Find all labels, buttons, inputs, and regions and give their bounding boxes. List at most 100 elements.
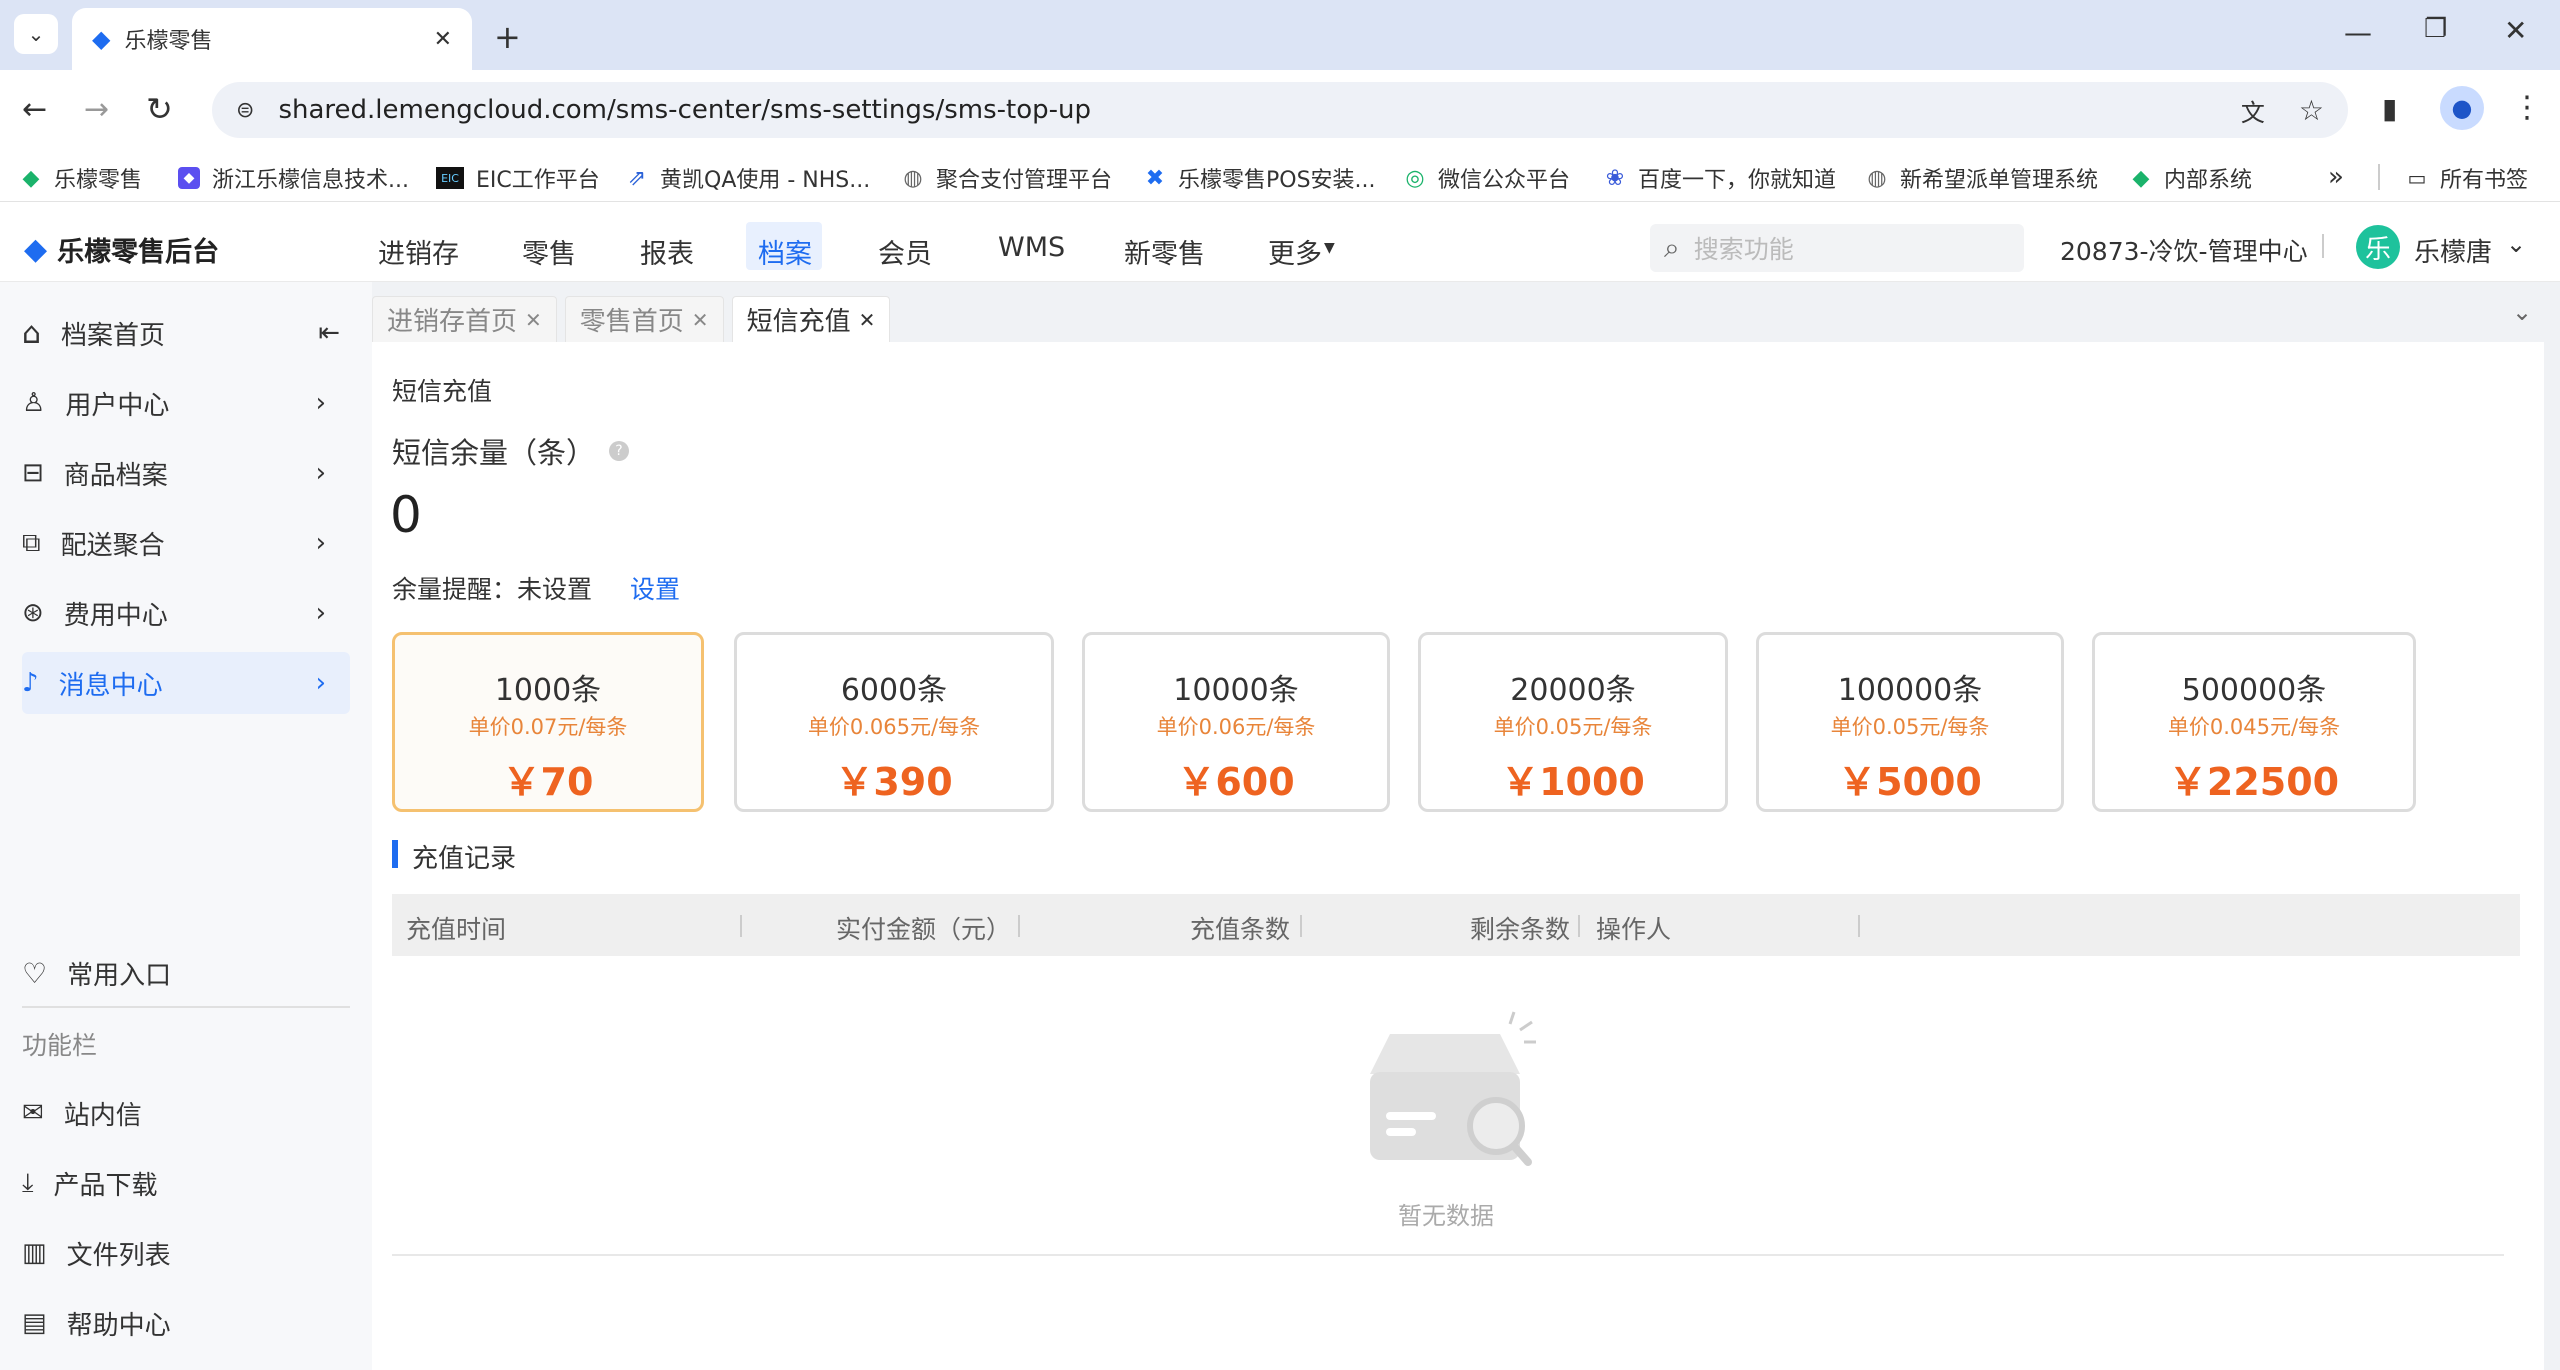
sidebar-item-inbox[interactable]: ✉ 站内信 — [22, 1082, 350, 1144]
bookmark-label: 内部系统 — [2164, 168, 2253, 193]
new-tab-icon[interactable]: + — [494, 18, 521, 56]
back-icon[interactable]: ← — [22, 92, 47, 127]
close-icon[interactable]: ✕ — [525, 308, 542, 332]
nav-more[interactable]: 更多 — [1268, 232, 1322, 271]
nav-new-retail[interactable]: 新零售 — [1124, 232, 1205, 271]
package-card-20000[interactable]: 20000条 单价0.05元/每条 ￥1000 — [1418, 632, 1728, 812]
forward-icon[interactable]: → — [84, 92, 109, 127]
column-separator — [1018, 915, 1020, 937]
package-card-10000[interactable]: 10000条 单价0.06元/每条 ￥600 — [1082, 632, 1390, 812]
sidebar-item-users[interactable]: ♙ 用户中心 › — [22, 372, 350, 434]
bookmark-label: 乐檬零售 — [54, 168, 143, 193]
browser-tab[interactable]: ◆ 乐檬零售 ✕ — [72, 8, 472, 70]
tab-search-icon[interactable]: ⌄ — [14, 14, 58, 54]
tabs-dropdown-icon[interactable]: ⌄ — [2502, 294, 2542, 330]
download-icon: ⤓ — [22, 1167, 34, 1198]
package-card-6000[interactable]: 6000条 单价0.065元/每条 ￥390 — [734, 632, 1054, 812]
sidebar-item-delivery[interactable]: ⧉ 配送聚合 › — [22, 512, 350, 574]
tab-sms-topup[interactable]: 短信充值 ✕ — [731, 296, 891, 342]
column-separator — [1300, 915, 1302, 937]
common-entry[interactable]: ♡ 常用入口 — [22, 942, 350, 1004]
bookmark-item[interactable]: ◍ 新希望派单管理系统 — [1866, 162, 2098, 194]
package-card-1000[interactable]: 1000条 单价0.07元/每条 ￥70 — [392, 632, 704, 812]
column-recharge-count: 充值条数 — [1190, 915, 1291, 944]
bookmark-item[interactable]: ❀ 百度一下，你就知道 — [1604, 162, 1836, 194]
sidebar-item-help[interactable]: ▤ 帮助中心 — [22, 1292, 350, 1354]
balance-label-text: 短信余量（条） — [392, 436, 596, 470]
bookmark-item[interactable]: ◎ 微信公众平台 — [1404, 162, 1570, 194]
help-circle-icon[interactable]: ? — [609, 441, 630, 461]
store-selector[interactable]: 20873-冷饮-管理中心 — [2060, 232, 2308, 268]
search-input[interactable]: ⌕ 搜索功能 — [1650, 224, 2024, 272]
balance-label: 短信余量（条） ? — [392, 430, 630, 472]
tab-inventory-home[interactable]: 进销存首页 ✕ — [372, 296, 557, 342]
nav-reports[interactable]: 报表 — [640, 232, 694, 271]
nav-retail[interactable]: 零售 — [522, 232, 576, 271]
sidebar-item-download[interactable]: ⤓ 产品下载 — [22, 1152, 350, 1214]
lemon-green-icon: ◆ — [2132, 165, 2150, 191]
bookmark-item[interactable]: ◆ 内部系统 — [2130, 162, 2252, 194]
bookmark-item[interactable]: ◍ 聚合支付管理平台 — [902, 162, 1112, 194]
home-icon: ⌂ — [22, 315, 42, 351]
nav-member[interactable]: 会员 — [878, 232, 932, 271]
package-unit-price: 单价0.07元/每条 — [468, 715, 628, 739]
site-info-icon[interactable]: ⊜ — [236, 98, 254, 123]
package-card-500000[interactable]: 500000条 单价0.045元/每条 ￥22500 — [2092, 632, 2416, 812]
chevron-right-icon: › — [315, 668, 326, 698]
package-count: 20000条 — [1510, 673, 1636, 708]
restore-icon[interactable]: ❐ — [2424, 14, 2447, 44]
bookmark-item[interactable]: ⇗ 黄凯QA使用 - NHS... — [626, 162, 870, 194]
bookmark-divider — [2378, 164, 2380, 190]
minimize-icon[interactable]: — — [2344, 16, 2372, 49]
translate-icon[interactable]: 文 — [2241, 93, 2265, 128]
file-list-icon: ▥ — [22, 1238, 47, 1268]
nav-wms[interactable]: WMS — [998, 232, 1065, 263]
sidebar-item-messages[interactable]: ♪ 消息中心 › — [22, 652, 350, 714]
package-card-100000[interactable]: 100000条 单价0.05元/每条 ￥5000 — [1756, 632, 2064, 812]
close-tab-icon[interactable]: ✕ — [434, 27, 452, 52]
sidebar-label: 档案首页 — [61, 320, 166, 351]
close-icon[interactable]: ✕ — [859, 308, 876, 332]
table-bottom-line — [392, 1254, 2504, 1256]
empty-text: 暂无数据 — [1398, 1202, 1494, 1230]
tab-label: 进销存首页 — [387, 307, 518, 337]
bookmark-item[interactable]: ◆ 乐檬零售 — [20, 162, 142, 194]
reload-icon[interactable]: ↻ — [146, 90, 173, 128]
caret-down-icon: ▼ — [1324, 240, 1335, 256]
nav-inventory[interactable]: 进销存 — [378, 232, 459, 271]
avatar[interactable]: 乐 — [2356, 225, 2400, 269]
menu-kebab-icon[interactable]: ⋮ — [2512, 90, 2542, 125]
bookmark-item[interactable]: ✖ 乐檬零售POS安装... — [1144, 162, 1376, 194]
side-panel-icon[interactable]: ▮ — [2382, 92, 2397, 125]
more-bookmarks-icon[interactable]: » — [2328, 162, 2344, 192]
profile-icon[interactable]: ● — [2440, 86, 2484, 130]
bookmark-item[interactable]: EIC EIC工作平台 — [436, 162, 600, 194]
bookmark-item[interactable]: ◆ 浙江乐檬信息技术... — [178, 162, 409, 194]
sidebar-item-fees[interactable]: ⊛ 费用中心 › — [22, 582, 350, 644]
collapse-sidebar-icon[interactable]: ⇤ — [318, 318, 340, 348]
column-separator — [1858, 915, 1860, 937]
window-close-icon[interactable]: ✕ — [2504, 14, 2527, 47]
lemon-green-icon: ◆ — [22, 165, 40, 191]
reminder-settings-link[interactable]: 设置 — [630, 570, 680, 606]
user-name[interactable]: 乐檬唐 — [2414, 232, 2492, 269]
logo-text: 乐檬零售后台 — [57, 237, 220, 268]
close-icon[interactable]: ✕ — [692, 308, 709, 332]
sidebar-label: 商品档案 — [63, 460, 168, 491]
sidebar-item-archive-home[interactable]: ⌂ 档案首页 ⇤ — [22, 302, 350, 364]
zhejiang-icon: ◆ — [178, 167, 200, 189]
sidebar-item-files[interactable]: ▥ 文件列表 — [22, 1222, 350, 1284]
package-unit-price: 单价0.05元/每条 — [1493, 715, 1653, 739]
bookmark-star-icon[interactable]: ☆ — [2299, 94, 2324, 127]
sidebar-label: 配送聚合 — [60, 530, 165, 561]
app-logo[interactable]: ◆ 乐檬零售后台 — [24, 230, 219, 269]
tab-title: 乐檬零售 — [124, 29, 213, 54]
tab-retail-home[interactable]: 零售首页 ✕ — [564, 296, 724, 342]
chevron-down-icon[interactable]: ⌄ — [2506, 230, 2526, 258]
sidebar-item-products[interactable]: ⊟ 商品档案 › — [22, 442, 350, 504]
all-bookmarks[interactable]: ▭ 所有书签 — [2406, 162, 2528, 194]
package-unit-price: 单价0.045元/每条 — [2167, 715, 2341, 739]
address-bar[interactable]: ⊜ shared.lemengcloud.com/sms-center/sms-… — [212, 82, 2348, 138]
nav-archive[interactable]: 档案 — [758, 232, 812, 271]
package-unit-price: 单价0.06元/每条 — [1156, 715, 1316, 739]
